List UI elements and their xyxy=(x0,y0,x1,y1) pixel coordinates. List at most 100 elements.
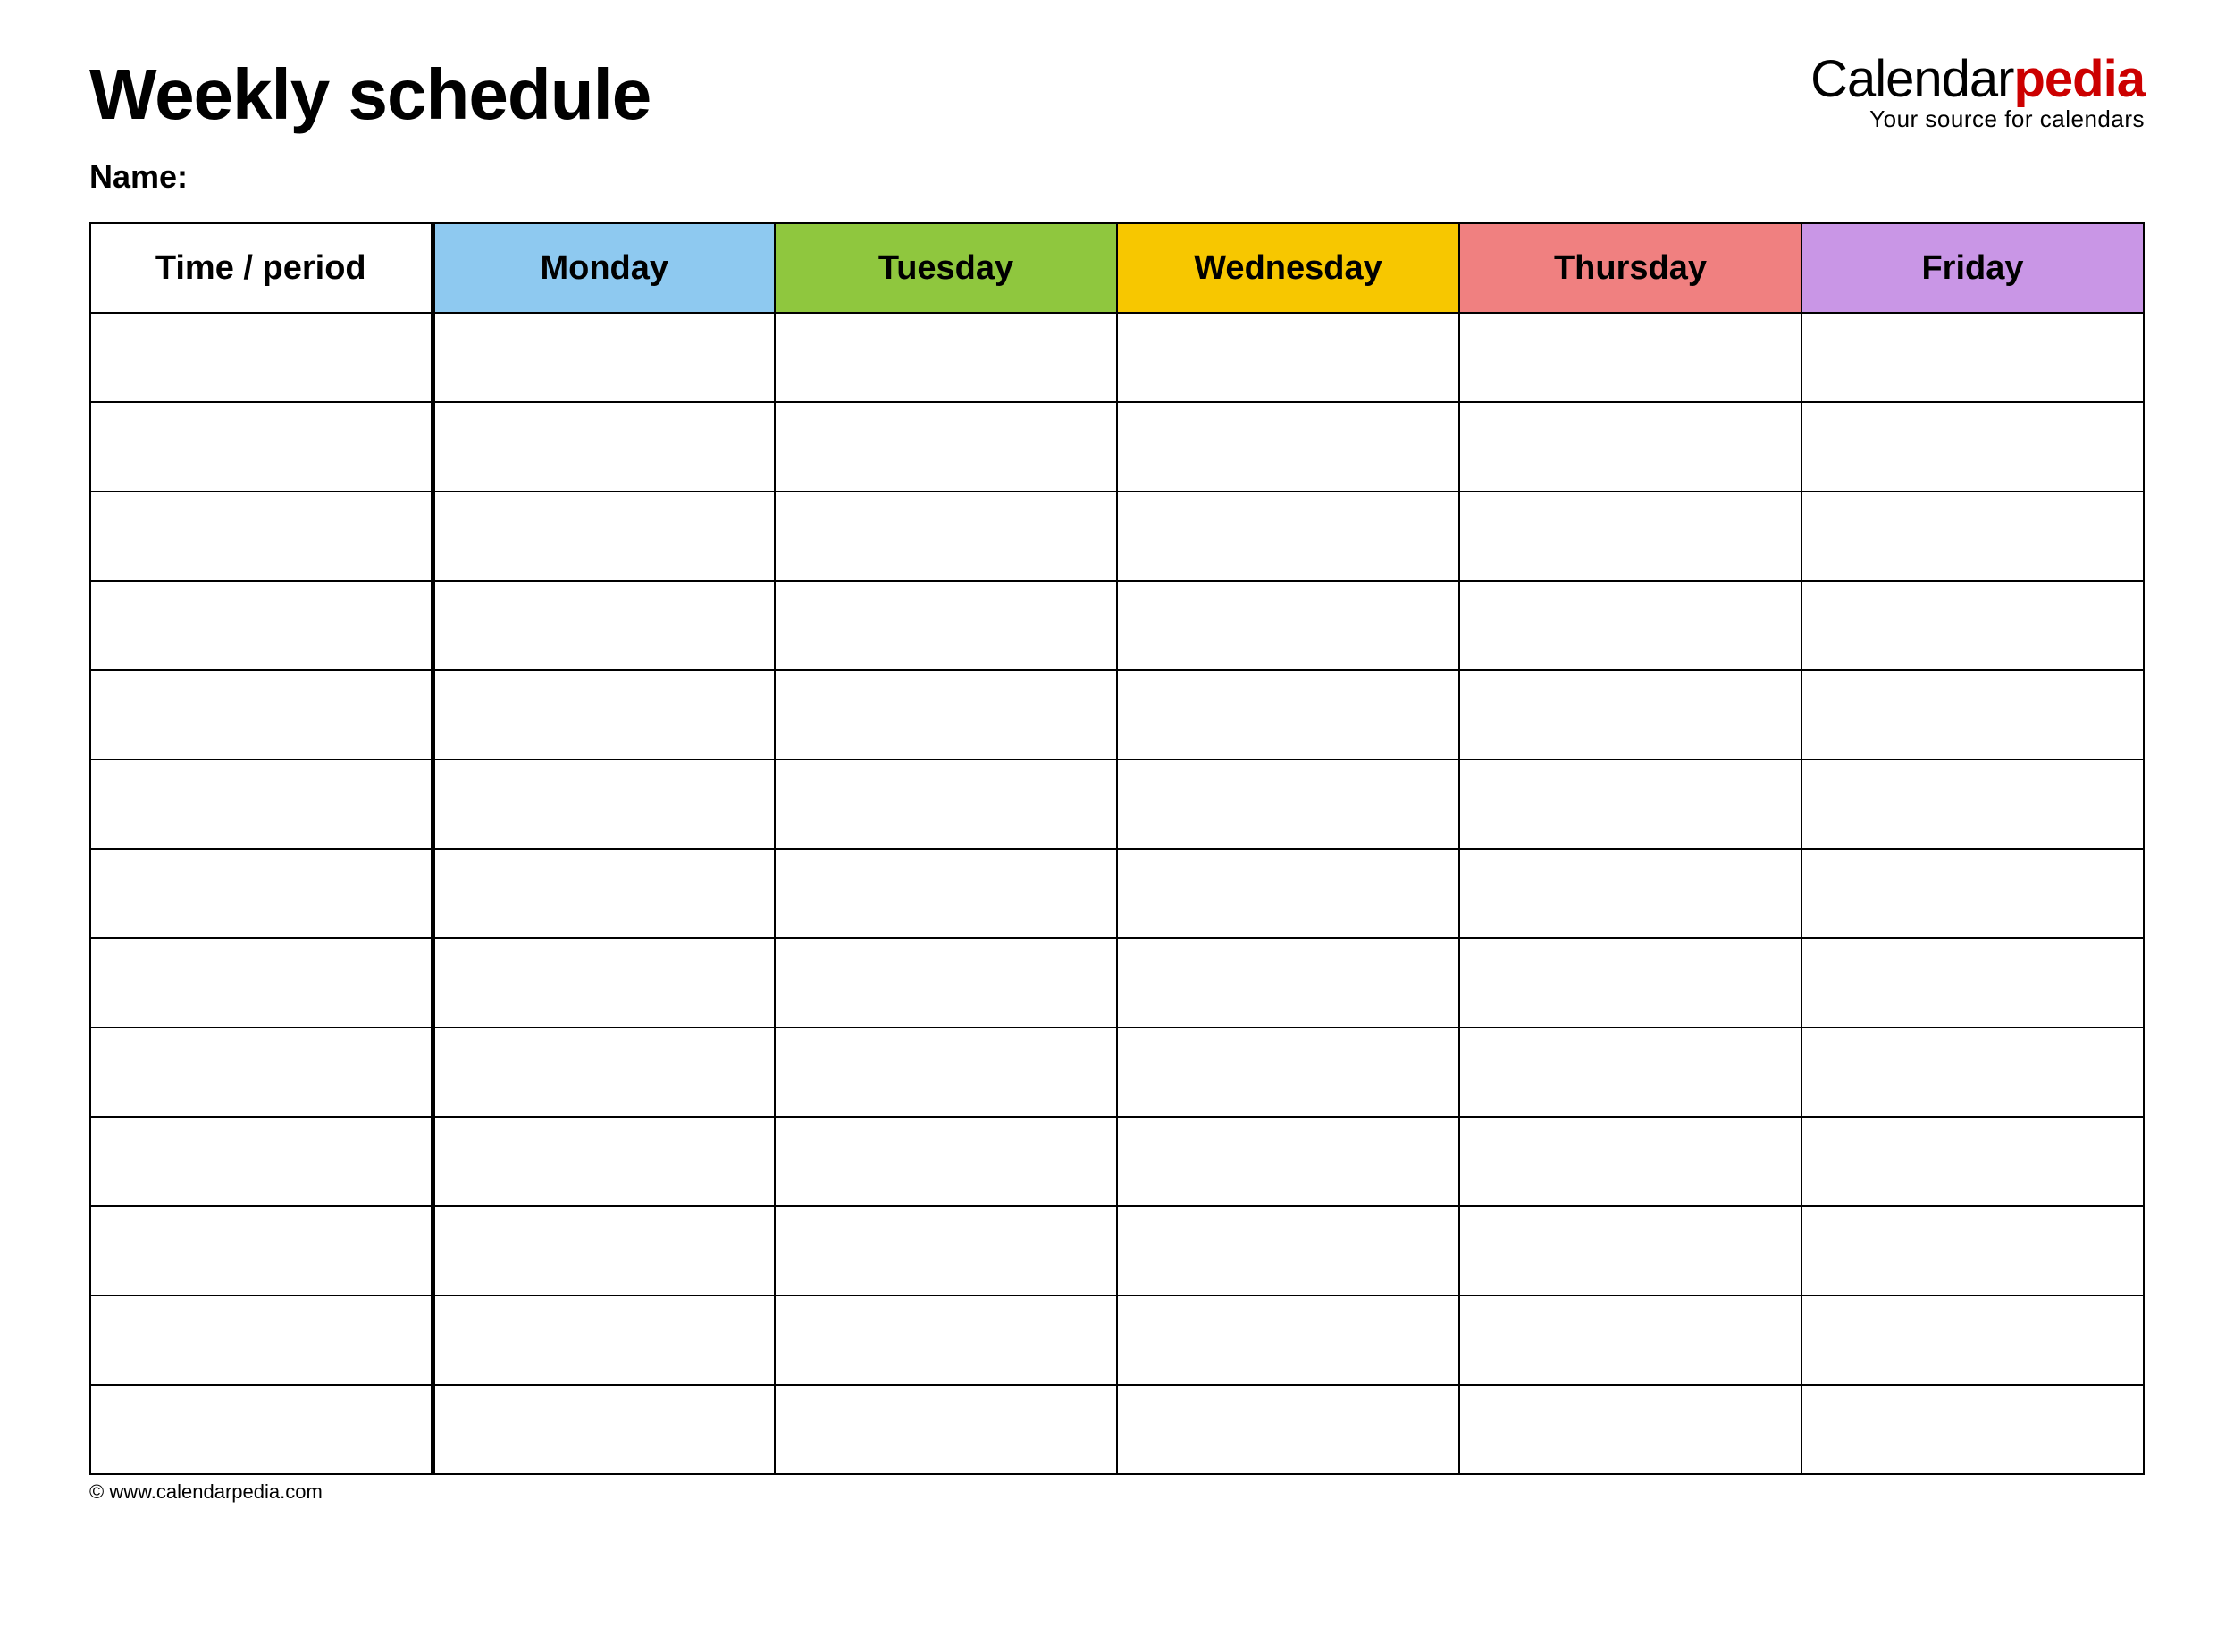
time-cell xyxy=(90,849,433,938)
column-header-wednesday: Wednesday xyxy=(1117,223,1459,313)
schedule-cell xyxy=(1459,581,1801,670)
schedule-cell xyxy=(433,402,775,491)
schedule-cell xyxy=(1801,491,2144,581)
time-cell xyxy=(90,1117,433,1206)
time-cell xyxy=(90,1027,433,1117)
schedule-cell xyxy=(775,759,1117,849)
schedule-cell xyxy=(1801,1027,2144,1117)
schedule-cell xyxy=(775,938,1117,1027)
column-header-tuesday: Tuesday xyxy=(775,223,1117,313)
schedule-header-row: Time / periodMondayTuesdayWednesdayThurs… xyxy=(90,223,2144,313)
column-header-monday: Monday xyxy=(433,223,775,313)
schedule-row xyxy=(90,938,2144,1027)
time-cell xyxy=(90,581,433,670)
schedule-cell xyxy=(775,313,1117,402)
logo-wordmark: Calendarpedia xyxy=(1810,54,2145,105)
schedule-cell xyxy=(433,1027,775,1117)
schedule-cell xyxy=(775,670,1117,759)
schedule-cell xyxy=(1117,313,1459,402)
time-cell xyxy=(90,491,433,581)
footer-copyright: © www.calendarpedia.com xyxy=(89,1480,2145,1504)
schedule-row xyxy=(90,1027,2144,1117)
schedule-cell xyxy=(433,1296,775,1385)
schedule-cell xyxy=(1117,402,1459,491)
schedule-cell xyxy=(1459,670,1801,759)
schedule-cell xyxy=(1117,1117,1459,1206)
time-cell xyxy=(90,938,433,1027)
time-cell xyxy=(90,1206,433,1296)
time-cell xyxy=(90,313,433,402)
schedule-cell xyxy=(1459,1296,1801,1385)
schedule-cell xyxy=(1117,1027,1459,1117)
logo-part1: Calendar xyxy=(1810,50,2013,108)
schedule-table: Time / periodMondayTuesdayWednesdayThurs… xyxy=(89,222,2145,1475)
schedule-cell xyxy=(433,1117,775,1206)
time-cell xyxy=(90,1385,433,1474)
schedule-cell xyxy=(775,1117,1117,1206)
schedule-cell xyxy=(433,1206,775,1296)
time-cell xyxy=(90,759,433,849)
schedule-cell xyxy=(1117,849,1459,938)
schedule-cell xyxy=(1801,1296,2144,1385)
schedule-cell xyxy=(1801,849,2144,938)
column-header-friday: Friday xyxy=(1801,223,2144,313)
page-title: Weekly schedule xyxy=(89,54,651,136)
time-cell xyxy=(90,670,433,759)
schedule-cell xyxy=(1801,313,2144,402)
schedule-row xyxy=(90,759,2144,849)
schedule-cell xyxy=(775,1385,1117,1474)
schedule-cell xyxy=(1459,938,1801,1027)
schedule-row xyxy=(90,402,2144,491)
column-header-time: Time / period xyxy=(90,223,433,313)
schedule-row xyxy=(90,1117,2144,1206)
schedule-cell xyxy=(1459,1385,1801,1474)
schedule-row xyxy=(90,581,2144,670)
logo-part2: pedia xyxy=(2014,50,2146,108)
schedule-row xyxy=(90,849,2144,938)
title-block: Weekly schedule Name: xyxy=(89,54,651,196)
schedule-cell xyxy=(1459,1027,1801,1117)
schedule-cell xyxy=(433,581,775,670)
schedule-cell xyxy=(1459,1206,1801,1296)
schedule-cell xyxy=(1117,491,1459,581)
schedule-cell xyxy=(1801,402,2144,491)
schedule-cell xyxy=(1117,581,1459,670)
schedule-cell xyxy=(433,938,775,1027)
schedule-cell xyxy=(1801,938,2144,1027)
column-header-thursday: Thursday xyxy=(1459,223,1801,313)
schedule-row xyxy=(90,491,2144,581)
schedule-cell xyxy=(1459,759,1801,849)
schedule-cell xyxy=(775,1027,1117,1117)
logo-tagline: Your source for calendars xyxy=(1810,107,2145,130)
schedule-cell xyxy=(433,1385,775,1474)
schedule-row xyxy=(90,1385,2144,1474)
time-cell xyxy=(90,402,433,491)
schedule-table-head: Time / periodMondayTuesdayWednesdayThurs… xyxy=(90,223,2144,313)
schedule-cell xyxy=(433,849,775,938)
schedule-cell xyxy=(1801,581,2144,670)
schedule-cell xyxy=(1117,1296,1459,1385)
schedule-cell xyxy=(1117,670,1459,759)
time-cell xyxy=(90,1296,433,1385)
schedule-cell xyxy=(775,849,1117,938)
schedule-cell xyxy=(433,313,775,402)
schedule-cell xyxy=(775,581,1117,670)
schedule-cell xyxy=(1117,1206,1459,1296)
schedule-cell xyxy=(1459,402,1801,491)
schedule-cell xyxy=(1117,759,1459,849)
logo: Calendarpedia Your source for calendars xyxy=(1810,54,2145,130)
schedule-cell xyxy=(433,759,775,849)
schedule-cell xyxy=(1459,491,1801,581)
name-label: Name: xyxy=(89,158,651,196)
schedule-row xyxy=(90,670,2144,759)
schedule-row xyxy=(90,1206,2144,1296)
schedule-cell xyxy=(1459,313,1801,402)
schedule-cell xyxy=(1801,1206,2144,1296)
schedule-cell xyxy=(775,1296,1117,1385)
schedule-cell xyxy=(775,1206,1117,1296)
schedule-cell xyxy=(433,670,775,759)
schedule-cell xyxy=(1459,849,1801,938)
schedule-cell xyxy=(775,402,1117,491)
schedule-row xyxy=(90,313,2144,402)
schedule-cell xyxy=(1801,759,2144,849)
